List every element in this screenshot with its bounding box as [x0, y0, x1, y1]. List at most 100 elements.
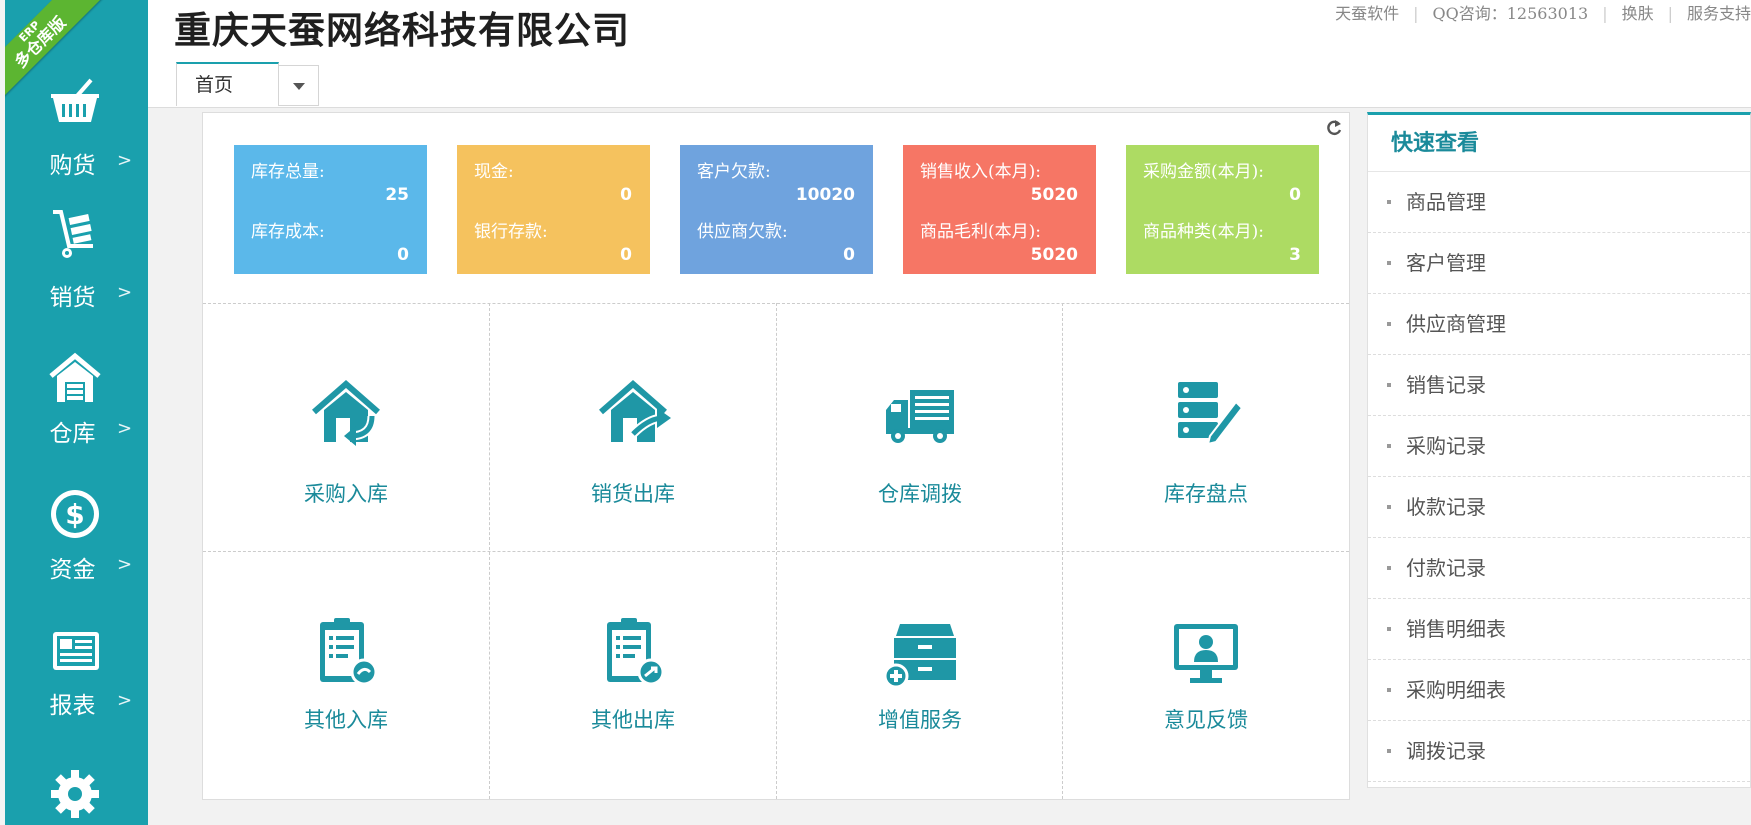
stat-value: 25 [385, 185, 409, 205]
shortcut-other-in[interactable]: 其他入库 [203, 552, 489, 798]
top-links: 天蚕软件 | QQ咨询：12563013 | 换肤 | 服务支持 [1335, 4, 1751, 23]
shortcut-feedback[interactable]: 意见反馈 [1063, 552, 1349, 798]
drawer-add-icon [883, 624, 956, 689]
bullet [1387, 627, 1391, 631]
shortcut-label: 采购入库 [304, 482, 388, 506]
quick-item-customers[interactable]: 客户管理 [1368, 233, 1750, 294]
basket-icon [51, 78, 99, 122]
quick-item-label: 采购明细表 [1406, 678, 1506, 702]
sidebar-item-purchase[interactable]: 购货 > [5, 70, 148, 206]
header: 重庆天蚕网络科技有限公司 天蚕软件 | QQ咨询：12563013 | 换肤 | 服务支持 … [148, 0, 1751, 108]
stat-value: 0 [1289, 185, 1301, 205]
dashboard-panel: 库存总量: 25 库存成本: 0 现金: 0 银行存款: 0 客户欠款: 100… [202, 112, 1350, 800]
shortcut-value-added[interactable]: 增值服务 [777, 552, 1063, 798]
shortcut-label: 库存盘点 [1164, 482, 1248, 506]
stat-value: 0 [620, 245, 632, 265]
link-software[interactable]: 天蚕软件 [1335, 4, 1399, 23]
gear-icon [51, 770, 99, 818]
house-in-icon [312, 380, 380, 446]
stat-value: 0 [843, 245, 855, 265]
sidebar-item-settings[interactable] [5, 760, 148, 825]
quick-item-purchase-records[interactable]: 采购记录 [1368, 416, 1750, 477]
sidebar-item-reports[interactable]: 报表 > [5, 614, 148, 750]
shortcut-stocktake[interactable]: 库存盘点 [1063, 304, 1349, 550]
shortcut-purchase-in[interactable]: 采购入库 [203, 304, 489, 550]
quick-item-label: 销售明细表 [1406, 617, 1506, 641]
sidebar-item-funds[interactable]: $ 资金 > [5, 478, 148, 614]
shortcut-label: 意见反馈 [1164, 708, 1248, 732]
quick-item-label: 付款记录 [1406, 556, 1486, 580]
shortcut-label: 增值服务 [878, 708, 962, 732]
refresh-icon[interactable] [1325, 119, 1343, 137]
chevron-right-icon: > [117, 690, 133, 711]
stat-card-sales: 销售收入(本月): 5020 商品毛利(本月): 5020 [903, 145, 1096, 274]
stat-card-debt: 客户欠款: 10020 供应商欠款: 0 [680, 145, 873, 274]
dollar-circle-icon: $ [51, 490, 99, 538]
bullet [1387, 688, 1391, 692]
stat-label: 商品毛利(本月): [920, 222, 1041, 242]
quick-item-transfers[interactable]: 调拨记录 [1368, 721, 1750, 782]
bullet [1387, 505, 1391, 509]
quick-view-title: 快速查看 [1368, 115, 1750, 172]
stat-value: 5020 [1030, 185, 1078, 205]
bullet [1387, 261, 1391, 265]
link-skin[interactable]: 换肤 [1622, 4, 1654, 23]
quick-item-receipts[interactable]: 收款记录 [1368, 477, 1750, 538]
bullet [1387, 444, 1391, 448]
quick-item-label: 采购记录 [1406, 434, 1486, 458]
stat-card-inventory: 库存总量: 25 库存成本: 0 [234, 145, 427, 274]
stat-label: 采购金额(本月): [1143, 162, 1264, 182]
shortcut-transfer[interactable]: 仓库调拨 [777, 304, 1063, 550]
bullet [1387, 566, 1391, 570]
stat-value: 0 [397, 245, 409, 265]
shortcut-other-out[interactable]: 其他出库 [490, 552, 776, 798]
warehouse-icon [49, 352, 101, 402]
company-title: 重庆天蚕网络科技有限公司 [174, 9, 630, 52]
quick-item-label: 调拨记录 [1406, 739, 1486, 763]
quick-item-products[interactable]: 商品管理 [1368, 172, 1750, 233]
link-qq[interactable]: QQ咨询：12563013 [1433, 4, 1589, 23]
quick-item-payments[interactable]: 付款记录 [1368, 538, 1750, 599]
quick-item-label: 销售记录 [1406, 373, 1486, 397]
quick-item-label: 商品管理 [1406, 190, 1486, 214]
quick-item-label: 供应商管理 [1406, 312, 1506, 336]
clipboard-in-icon [320, 618, 378, 686]
sidebar-item-warehouse[interactable]: 仓库 > [5, 342, 148, 478]
stat-label: 库存成本: [251, 222, 325, 242]
quick-item-sales-detail[interactable]: 销售明细表 [1368, 599, 1750, 660]
link-support[interactable]: 服务支持 [1687, 4, 1751, 23]
bullet [1387, 383, 1391, 387]
shortcut-label: 其他出库 [591, 708, 675, 732]
quick-item-sales-records[interactable]: 销售记录 [1368, 355, 1750, 416]
bullet [1387, 749, 1391, 753]
tab-dropdown-button[interactable] [278, 65, 319, 106]
chevron-right-icon: > [117, 150, 133, 171]
stat-card-cash: 现金: 0 银行存款: 0 [457, 145, 650, 274]
clipboard-out-icon [607, 618, 665, 686]
quick-item-suppliers[interactable]: 供应商管理 [1368, 294, 1750, 355]
shortcut-label: 销货出库 [591, 482, 675, 506]
stat-label: 商品种类(本月): [1143, 222, 1264, 242]
shortcut-label: 其他入库 [304, 708, 388, 732]
monitor-user-icon [1174, 624, 1238, 683]
bullet [1387, 200, 1391, 204]
sidebar-item-sales[interactable]: 销货 > [5, 206, 148, 342]
stat-label: 现金: [474, 162, 514, 182]
cart-dolly-icon [53, 210, 93, 258]
quick-item-purchase-detail[interactable]: 采购明细表 [1368, 660, 1750, 721]
quick-item-label: 收款记录 [1406, 495, 1486, 519]
stat-label: 客户欠款: [697, 162, 771, 182]
stat-card-purchase: 采购金额(本月): 0 商品种类(本月): 3 [1126, 145, 1319, 274]
sidebar: ERP 多仓库版 购货 > 销货 > 仓库 > $ 资金 > 报表 > [0, 0, 148, 825]
inventory-edit-icon [1178, 382, 1244, 446]
stat-value: 5020 [1030, 245, 1078, 265]
truck-icon [886, 390, 954, 443]
shortcut-label: 仓库调拨 [878, 482, 962, 506]
chevron-right-icon: > [117, 418, 133, 439]
bullet [1387, 322, 1391, 326]
stat-value: 3 [1289, 245, 1301, 265]
stat-label: 银行存款: [474, 222, 548, 242]
tab-home[interactable]: 首页 [176, 62, 279, 106]
chevron-right-icon: > [117, 282, 133, 303]
shortcut-sales-out[interactable]: 销货出库 [490, 304, 776, 550]
